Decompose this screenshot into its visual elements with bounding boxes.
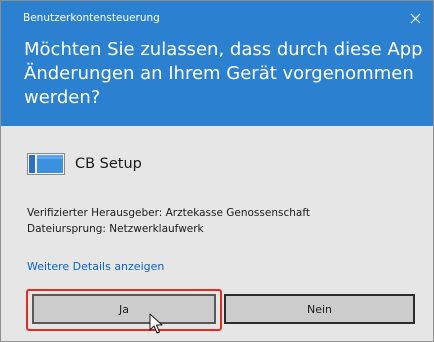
no-button[interactable]: Nein	[224, 294, 415, 324]
uac-question: Möchten Sie zulassen, dass durch diese A…	[24, 39, 423, 108]
app-name: CB Setup	[75, 156, 142, 172]
window-title: Benutzerkontensteuerung	[23, 12, 160, 24]
dialog-header: Benutzerkontensteuerung Möchten Sie zula…	[1, 1, 433, 126]
uac-dialog: Benutzerkontensteuerung Möchten Sie zula…	[0, 0, 434, 342]
setup-app-icon	[27, 153, 65, 175]
close-icon	[410, 13, 420, 23]
yes-button[interactable]: Ja	[32, 294, 216, 324]
more-details-link[interactable]: Weitere Details anzeigen	[27, 260, 164, 273]
origin-line: Dateiursprung: Netzwerklaufwerk	[27, 223, 204, 235]
app-row: CB Setup	[27, 152, 142, 176]
mouse-pointer-icon	[149, 313, 163, 334]
close-button[interactable]	[404, 7, 426, 29]
publisher-line: Verifizierter Herausgeber: Arztekasse Ge…	[27, 207, 310, 219]
publisher-info: Verifizierter Herausgeber: Arztekasse Ge…	[27, 205, 310, 237]
